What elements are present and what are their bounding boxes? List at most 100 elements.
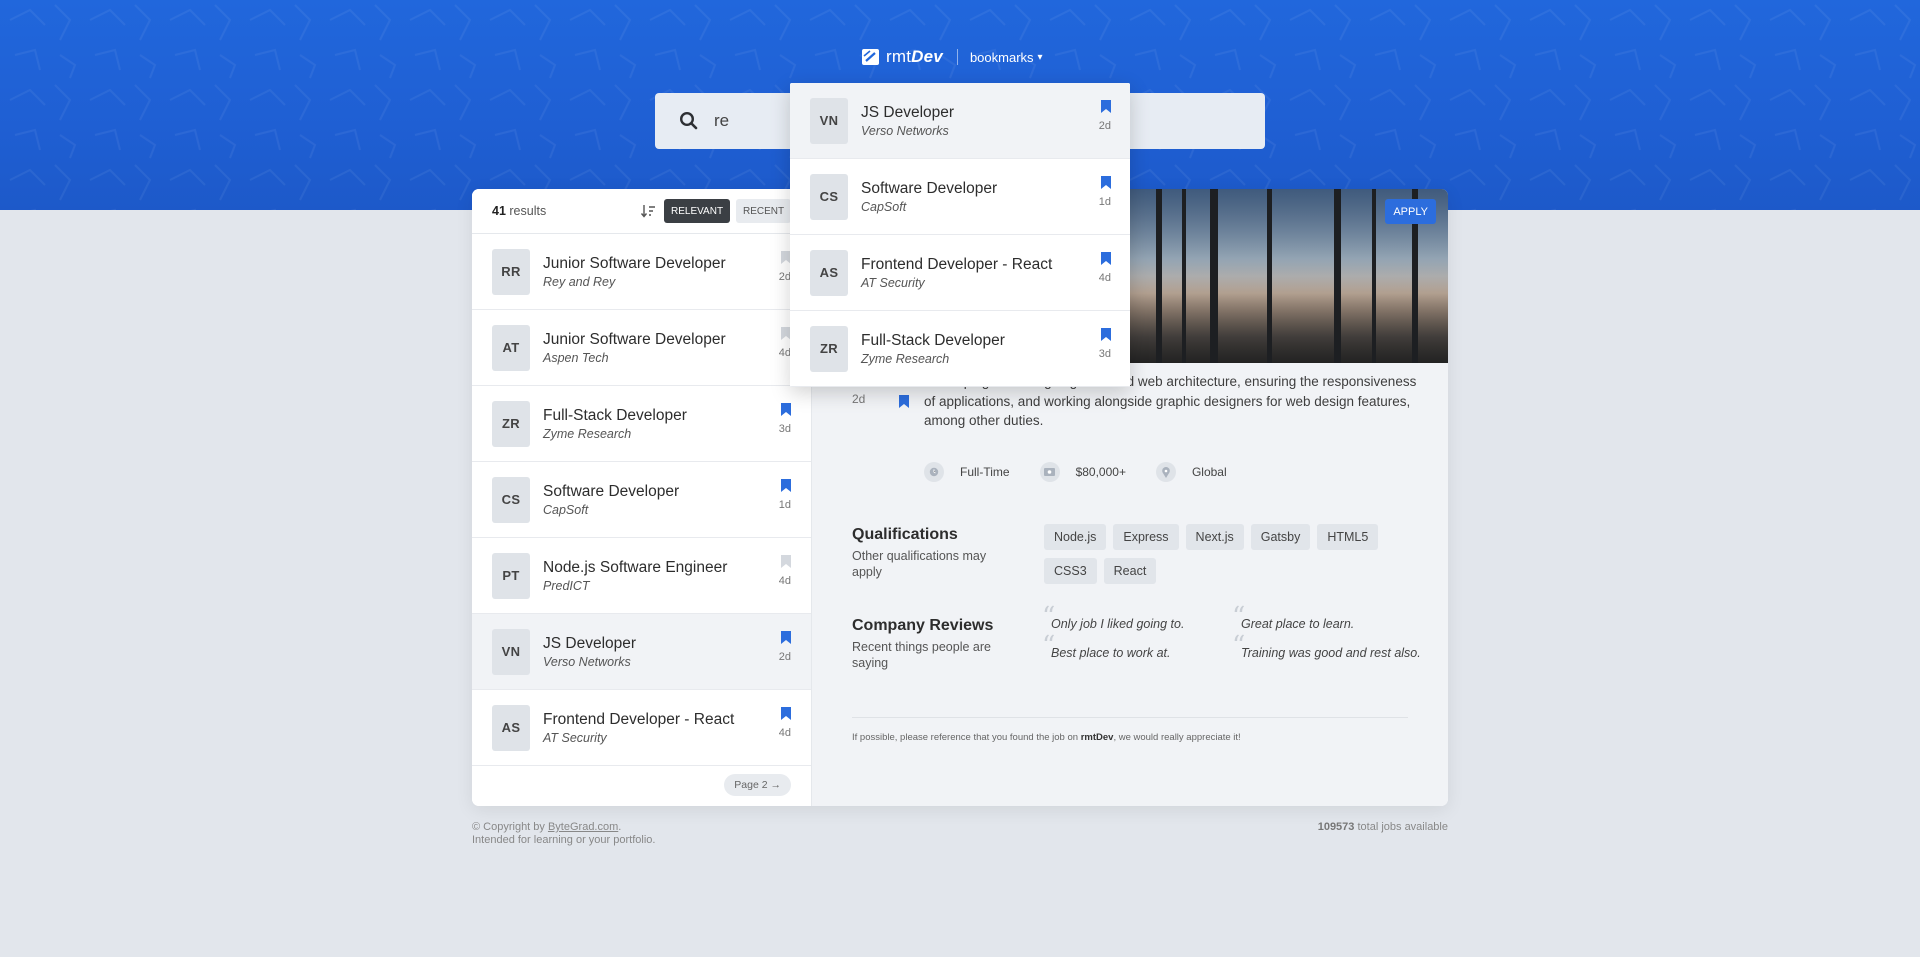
company-badge: PT [492, 552, 530, 599]
company-badge: ZR [492, 400, 530, 447]
bookmark-icon[interactable] [1101, 252, 1111, 265]
bookmark-icon[interactable] [1101, 328, 1111, 341]
job-title: Frontend Developer - React [543, 710, 735, 728]
reviews-title: Company Reviews [852, 617, 994, 634]
job-company: Verso Networks [861, 123, 949, 138]
job-company: Zyme Research [861, 351, 950, 366]
company-badge: CS [810, 173, 848, 220]
job-text: Node.js Software Engineer PredICT [543, 559, 727, 593]
job-company: CapSoft [543, 502, 589, 517]
job-days: 3d [778, 423, 791, 435]
quote-icon: “ [1232, 631, 1246, 661]
job-text: Software Developer CapSoft [543, 483, 679, 517]
apply-button[interactable]: APPLY [1385, 199, 1436, 224]
job-item[interactable]: CS Software Developer CapSoft 1d [472, 462, 811, 538]
money-icon [1039, 462, 1060, 482]
job-facts: Full-Time $80,000+ Global [924, 462, 1257, 482]
job-title: JS Developer [861, 103, 955, 121]
job-list-sidebar: 41 results RELEVANT RECENT RR Junior Soft… [472, 189, 812, 806]
quote-icon: “ [1042, 602, 1056, 632]
detail-footnote: If possible, please reference that you f… [852, 732, 1241, 743]
job-days: 4d [778, 575, 791, 587]
job-company: AT Security [861, 275, 925, 290]
bookmark-icon[interactable] [781, 707, 791, 720]
job-text: Junior Software Developer Rey and Rey [543, 255, 726, 289]
job-company: Rey and Rey [543, 274, 616, 289]
quote-icon: “ [1232, 602, 1246, 632]
job-meta: 4d [1099, 252, 1111, 284]
bookmark-icon[interactable] [1101, 176, 1111, 189]
job-item[interactable]: VN JS Developer Verso Networks 2d [790, 83, 1130, 159]
job-item[interactable]: RR Junior Software Developer Rey and Rey 2d [472, 234, 811, 310]
clock-icon [924, 462, 944, 482]
job-item[interactable]: AT Junior Software Developer Aspen Tech 4d [472, 310, 811, 386]
reviews-list: “Only job I liked going to. “Great place … [1042, 602, 1424, 661]
job-text: Software Developer CapSoft [861, 180, 997, 214]
job-title: Junior Software Developer [543, 330, 726, 348]
job-item[interactable]: ZR Full-Stack Developer Zyme Research 3d [472, 386, 811, 462]
company-badge: AS [492, 704, 530, 751]
bytegrad-link[interactable]: ByteGrad.com [548, 821, 618, 833]
job-item[interactable]: CS Software Developer CapSoft 1d [790, 159, 1130, 235]
header-brand: rmtDev bookmarks ▾ [862, 46, 1043, 68]
job-meta: 1d [1099, 176, 1111, 208]
job-meta: 3d [1099, 328, 1111, 360]
next-page-button[interactable]: Page 2 → [724, 774, 791, 796]
company-badge: ZR [810, 325, 848, 372]
bookmark-icon[interactable] [899, 395, 909, 408]
review-item: “Only job I liked going to. [1042, 602, 1185, 632]
qualification-tag: Next.js [1185, 524, 1244, 550]
quote-icon: “ [1042, 631, 1056, 661]
reviews-header: Company Reviews Recent things people are… [852, 617, 1012, 671]
divider [852, 717, 1408, 718]
sort-relevant-button[interactable]: RELEVANT [664, 199, 731, 223]
job-item[interactable]: AS Frontend Developer - React AT Security 4… [790, 235, 1130, 311]
job-text: Frontend Developer - React AT Security [861, 256, 1052, 290]
qualification-tag: Node.js [1044, 524, 1107, 550]
job-meta: 2d [1099, 100, 1111, 132]
job-item[interactable]: AS Frontend Developer - React AT Security 4… [472, 690, 811, 766]
search-icon [679, 111, 698, 130]
detail-days: 2d [852, 392, 866, 406]
footer-copyright: © Copyright by ByteGrad.com. Intended fo… [472, 821, 656, 846]
bookmark-icon[interactable] [781, 631, 791, 644]
qualification-tag: React [1103, 558, 1157, 584]
bookmark-icon[interactable] [781, 403, 791, 416]
qualification-tag: CSS3 [1044, 558, 1097, 584]
job-text: Frontend Developer - React AT Security [543, 711, 734, 745]
logo-text[interactable]: rmtDev [886, 47, 943, 67]
logo-icon[interactable] [862, 49, 880, 65]
job-title: Software Developer [543, 482, 680, 500]
job-item[interactable]: ZR Full-Stack Developer Zyme Research 3d [790, 311, 1130, 387]
qualifications-header: Qualifications Other qualifications may … [852, 526, 1012, 580]
qualification-tag: Express [1113, 524, 1179, 550]
caret-down-icon: ▾ [1037, 51, 1043, 63]
job-title: Frontend Developer - React [861, 255, 1053, 273]
bookmark-icon[interactable] [781, 555, 791, 568]
job-title: Full-Stack Developer [861, 331, 1005, 349]
job-title: Software Developer [861, 179, 998, 197]
bookmarks-popover: VN JS Developer Verso Networks 2d CS Software… [790, 83, 1130, 387]
job-text: Junior Software Developer Aspen Tech [543, 331, 726, 365]
job-item[interactable]: VN JS Developer Verso Networks 2d [472, 614, 811, 690]
company-badge: RR [492, 248, 530, 295]
job-days: 1d [1098, 196, 1111, 208]
review-item: “Training was good and rest also. [1232, 631, 1421, 661]
location-icon [1155, 462, 1176, 482]
company-badge: AS [810, 249, 848, 296]
job-text: Full-Stack Developer Zyme Research [861, 332, 1005, 366]
job-days: 3d [1098, 348, 1111, 360]
bookmark-icon[interactable] [1101, 100, 1111, 113]
qualifications-subtitle: Other qualifications may apply [852, 549, 987, 579]
bookmarks-button[interactable]: bookmarks ▾ [970, 50, 1043, 65]
footer-total-jobs: 109573 total jobs available [1317, 821, 1448, 833]
job-company: CapSoft [861, 199, 907, 214]
bookmark-icon[interactable] [781, 479, 791, 492]
company-badge: CS [492, 476, 530, 523]
job-item[interactable]: PT Node.js Software Engineer PredICT 4d [472, 538, 811, 614]
job-meta: 4d [779, 707, 791, 739]
job-meta: 1d [779, 479, 791, 511]
sort-recent-button[interactable]: RECENT [736, 199, 792, 223]
job-days: 2d [778, 651, 791, 663]
company-badge: VN [492, 628, 530, 675]
